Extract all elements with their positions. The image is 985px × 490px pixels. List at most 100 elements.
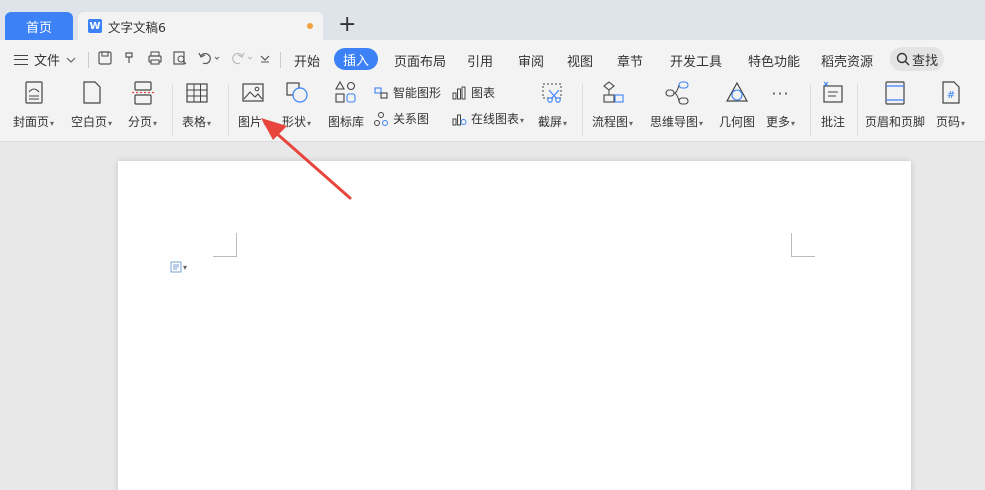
menu-row: 文件 开始 插入 页面布局 引用 审阅 视图 章节 开发工具 特色功能 稻壳资源… [0, 40, 985, 78]
search-button[interactable]: 查找 [890, 47, 944, 71]
divider [582, 84, 583, 136]
tab-page-layout[interactable]: 页面布局 [394, 51, 446, 70]
tab-special-features[interactable]: 特色功能 [748, 51, 800, 70]
document-page[interactable]: ▾ [118, 161, 911, 490]
document-title: 文字文稿6 [108, 19, 166, 35]
caret-down-icon: ▾ [183, 263, 188, 272]
tab-review[interactable]: 审阅 [518, 51, 544, 70]
icon-library-label: 图标库 [328, 115, 365, 129]
chart-label: 图表 [471, 86, 496, 100]
caret-down-icon: ▾ [699, 119, 704, 128]
caret-down-icon: ▾ [263, 119, 268, 128]
divider [857, 84, 858, 136]
blank-page-label: 空白页▾ [71, 115, 113, 129]
mind-map-button[interactable]: 思维导图▾ [650, 80, 703, 130]
caret-down-icon: ▾ [520, 116, 525, 125]
caret-down-icon: ▾ [307, 119, 312, 128]
file-menu-button[interactable]: 文件 [14, 50, 76, 69]
divider [172, 84, 173, 136]
hamburger-icon [14, 54, 28, 65]
redo-icon[interactable] [230, 50, 254, 66]
divider [810, 84, 811, 136]
caret-down-icon: ▾ [108, 119, 113, 128]
tab-home[interactable]: 首页 [5, 12, 73, 40]
header-footer-label: 页眉和页脚 [865, 115, 926, 129]
customize-toolbar-icon[interactable] [259, 50, 271, 66]
comment-button[interactable]: 批注 [820, 80, 846, 130]
shape-label: 形状▾ [282, 115, 312, 129]
picture-button[interactable]: 图片▾ [238, 80, 267, 130]
tab-chapter[interactable]: 章节 [617, 51, 643, 70]
tab-insert[interactable]: 插入 [334, 48, 378, 70]
online-chart-button[interactable]: 在线图表▾ [451, 110, 524, 127]
page-break-label: 分页▾ [128, 115, 158, 129]
header-footer-icon [885, 81, 905, 105]
screenshot-button[interactable]: 截屏▾ [538, 80, 567, 130]
blank-page-icon [82, 81, 101, 104]
caret-down-icon: ▾ [153, 119, 158, 128]
relation-chart-icon [374, 111, 388, 126]
tab-docer-resources[interactable]: 稻壳资源 [821, 51, 873, 70]
smart-graphic-button[interactable]: 智能图形 [373, 84, 441, 101]
print-preview-icon[interactable] [172, 50, 188, 66]
picture-icon [241, 83, 264, 102]
header-footer-button[interactable]: 页眉和页脚 [865, 80, 925, 130]
page-break-icon [131, 81, 154, 105]
page-number-symbol: # [946, 90, 954, 101]
cover-page-button[interactable]: 封面页▾ [13, 80, 54, 130]
more-button[interactable]: ··· 更多▾ [766, 80, 795, 130]
writer-doc-icon: W [88, 19, 102, 33]
new-tab-button[interactable]: + [338, 14, 356, 36]
unsaved-indicator-icon[interactable] [307, 23, 313, 29]
page-break-button[interactable]: 分页▾ [128, 80, 157, 130]
tab-view[interactable]: 视图 [567, 51, 593, 70]
comment-icon [823, 81, 843, 103]
flowchart-button[interactable]: 流程图▾ [592, 80, 633, 130]
tab-document[interactable]: W 文字文稿6 [78, 12, 323, 40]
divider [280, 52, 281, 68]
table-label: 表格▾ [182, 115, 212, 129]
icon-library-icon [335, 80, 356, 103]
shape-button[interactable]: 形状▾ [282, 80, 311, 130]
table-button[interactable]: 表格▾ [182, 80, 211, 130]
cover-page-icon [24, 81, 43, 104]
blank-page-button[interactable]: 空白页▾ [71, 80, 112, 130]
tab-references[interactable]: 引用 [467, 51, 493, 70]
icon-library-button[interactable]: 图标库 [328, 80, 364, 130]
geometry-button[interactable]: 几何图 [719, 80, 755, 130]
undo-icon[interactable] [197, 50, 221, 66]
caret-down-icon: ▾ [961, 119, 966, 128]
online-chart-label: 在线图表▾ [471, 112, 525, 126]
page-number-label: 页码▾ [936, 115, 966, 129]
paragraph-layout-icon[interactable]: ▾ [170, 259, 187, 274]
caret-down-icon: ▾ [791, 119, 796, 128]
save-icon[interactable] [97, 50, 113, 66]
cover-page-label: 封面页▾ [13, 115, 55, 129]
smart-graphic-label: 智能图形 [393, 86, 442, 100]
print-icon[interactable] [147, 50, 163, 66]
shape-icon [285, 82, 308, 103]
geometry-label: 几何图 [719, 115, 756, 129]
page-number-button[interactable]: # 页码▾ [936, 80, 965, 130]
page-number-icon: # [941, 81, 960, 104]
relation-chart-label: 关系图 [393, 112, 430, 126]
caret-down-icon: ▾ [207, 119, 212, 128]
format-painter-icon[interactable] [122, 50, 138, 66]
search-label: 查找 [911, 53, 938, 69]
mind-map-icon [664, 81, 689, 105]
margin-corner-top-right [791, 233, 815, 257]
divider [228, 84, 229, 136]
chart-icon [452, 86, 466, 99]
tab-start[interactable]: 开始 [294, 51, 320, 70]
tab-bar: 首页 W 文字文稿6 + [0, 0, 985, 40]
divider [88, 52, 89, 68]
flowchart-label: 流程图▾ [592, 115, 634, 129]
more-label: 更多▾ [766, 115, 796, 129]
relation-chart-button[interactable]: 关系图 [373, 110, 429, 127]
table-icon [185, 83, 208, 103]
chart-button[interactable]: 图表 [451, 84, 495, 101]
search-icon [896, 52, 910, 66]
geometry-icon [725, 81, 749, 102]
tab-developer[interactable]: 开发工具 [670, 51, 722, 70]
picture-label: 图片▾ [238, 115, 268, 129]
